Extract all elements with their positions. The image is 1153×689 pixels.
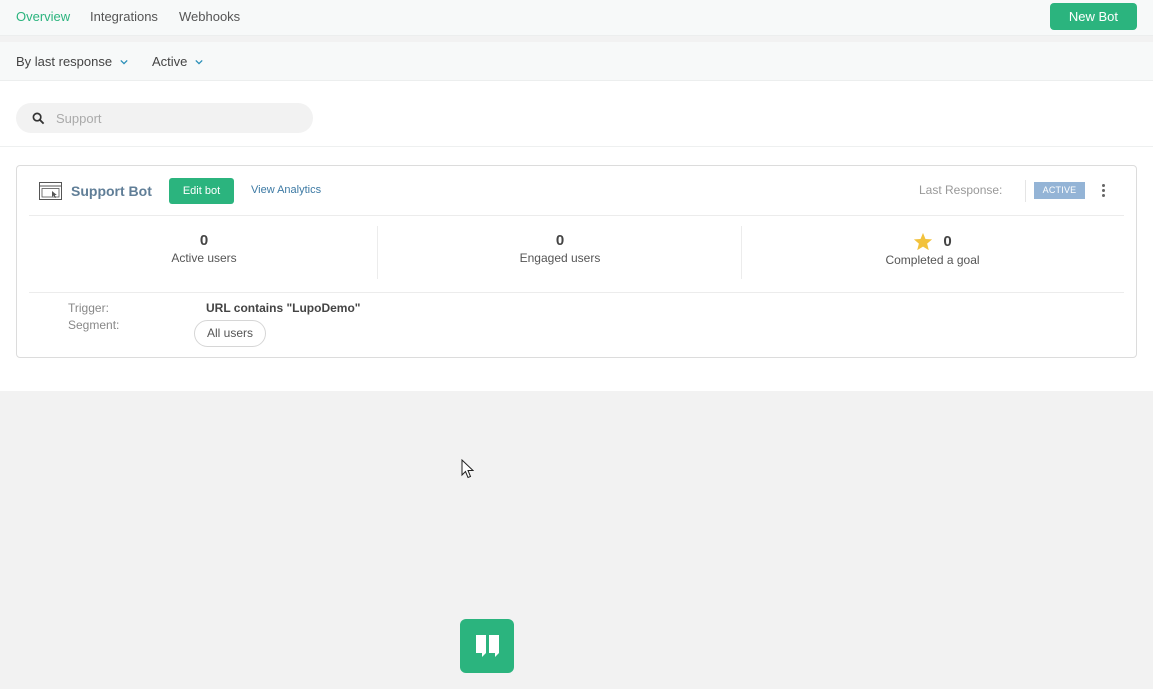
- divider: [29, 215, 1124, 216]
- trigger-label: Trigger:: [68, 301, 109, 315]
- completed-goal-count: 0: [943, 233, 952, 250]
- divider: [377, 226, 378, 279]
- star-icon: [914, 232, 933, 251]
- chevron-down-icon: [195, 59, 204, 65]
- main-content: Support Bot Edit bot View Analytics Last…: [0, 81, 1153, 391]
- status-dropdown-label: Active: [152, 54, 188, 69]
- search-icon: [32, 112, 45, 125]
- bot-window-icon: [39, 182, 62, 200]
- search-input[interactable]: [56, 103, 296, 133]
- sort-dropdown-label: By last response: [16, 54, 113, 69]
- chat-quote-icon: [476, 635, 499, 657]
- trigger-value: URL contains "LupoDemo": [206, 301, 361, 315]
- tab-overview[interactable]: Overview: [16, 9, 70, 24]
- status-dropdown[interactable]: Active: [152, 54, 204, 69]
- edit-bot-button[interactable]: Edit bot: [169, 178, 234, 204]
- filter-bar: By last response Active: [0, 42, 1153, 81]
- active-users-count: 0: [199, 232, 209, 249]
- engaged-users-count: 0: [555, 232, 565, 249]
- bot-card: Support Bot Edit bot View Analytics Last…: [16, 165, 1137, 358]
- sort-dropdown[interactable]: By last response: [16, 54, 128, 69]
- more-vertical-icon[interactable]: [1096, 180, 1110, 200]
- tab-webhooks[interactable]: Webhooks: [179, 9, 240, 24]
- cursor-icon: [461, 459, 474, 479]
- new-bot-button[interactable]: New Bot: [1049, 3, 1137, 30]
- chevron-down-icon: [120, 59, 128, 65]
- completed-goal-label: Completed a goal: [885, 253, 980, 267]
- engaged-users-label: Engaged users: [519, 251, 601, 265]
- tab-integrations[interactable]: Integrations: [90, 9, 158, 24]
- top-nav: Overview Integrations Webhooks New Bot: [0, 0, 1153, 36]
- bot-name[interactable]: Support Bot: [71, 183, 152, 199]
- chat-launcher-button[interactable]: [460, 619, 514, 673]
- last-response-label: Last Response:: [919, 183, 1003, 197]
- stat-active-users: 0 Active users: [154, 232, 254, 265]
- divider: [1025, 180, 1026, 202]
- view-analytics-link[interactable]: View Analytics: [251, 184, 321, 196]
- active-users-label: Active users: [171, 251, 237, 265]
- status-badge: ACTIVE: [1034, 182, 1085, 199]
- divider: [741, 226, 742, 279]
- segment-pill[interactable]: All users: [194, 320, 267, 347]
- stat-completed-goal: 0 Completed a goal: [870, 232, 995, 267]
- divider: [0, 146, 1153, 147]
- divider: [29, 292, 1124, 293]
- stat-engaged-users: 0 Engaged users: [504, 232, 616, 265]
- segment-label: Segment:: [68, 318, 120, 332]
- search-box[interactable]: [16, 103, 313, 133]
